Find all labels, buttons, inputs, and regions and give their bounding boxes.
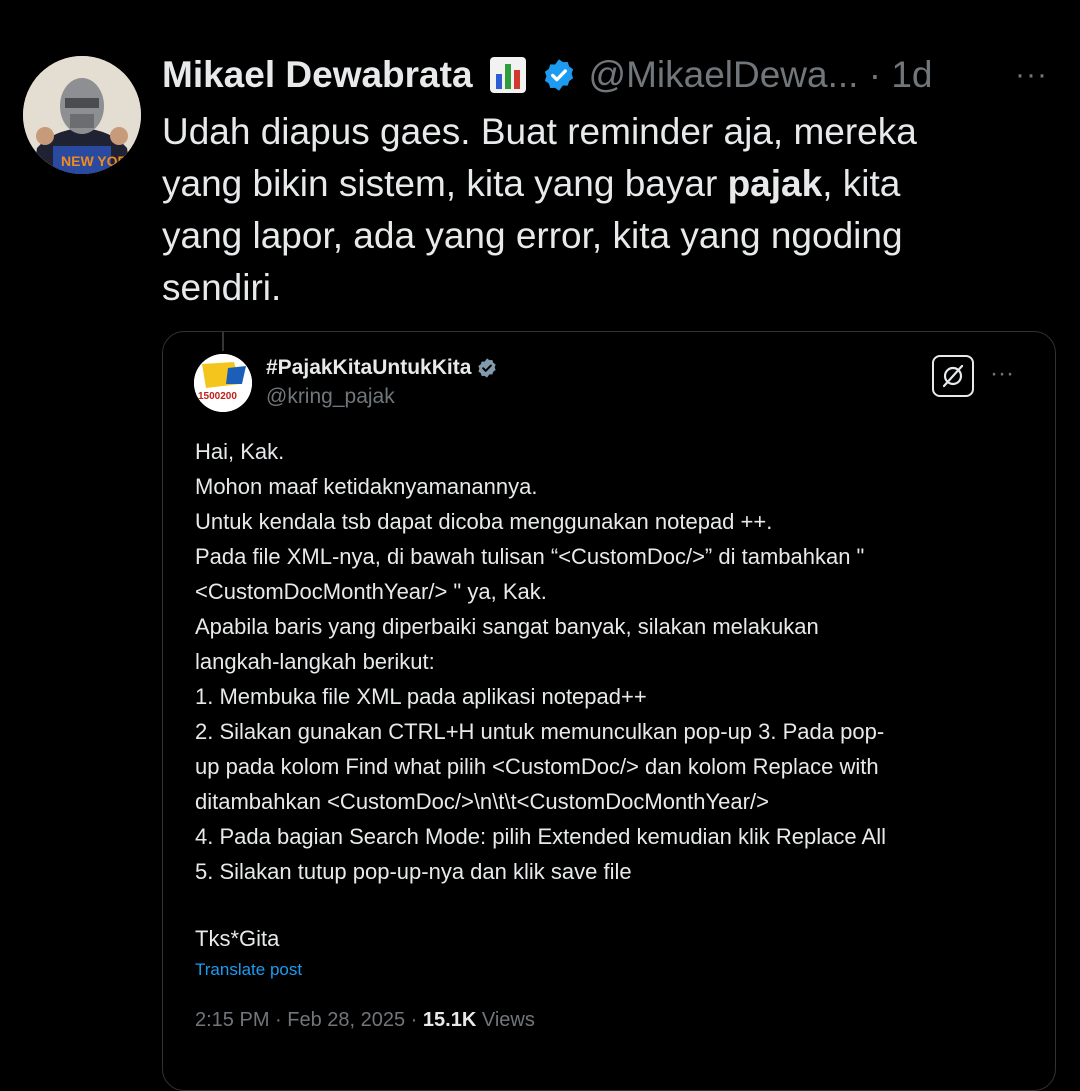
quoted-post-meta: 2:15 PM · Feb 28, 2025 · 15.1K Views [195,1009,535,1032]
svg-text:NEW YORK: NEW YORK [61,153,138,169]
author-handle[interactable]: @MikaelDewa... · 1d [589,54,933,96]
post-time[interactable]: 1d [891,54,932,95]
quoted-author-name-row: #PajakKitaUntukKita [266,356,498,380]
grok-icon[interactable] [932,355,974,397]
quoted-verified-badge-icon [476,357,498,379]
quoted-line: 5. Silakan tutup pop-up-nya dan klik sav… [195,859,632,884]
views-count: 15.1K [422,1009,477,1031]
quoted-author-name[interactable]: #PajakKitaUntukKita [266,356,471,380]
verified-badge-icon [541,57,577,93]
more-icon[interactable]: ··· [1015,58,1048,92]
quoted-avatar-label: 1500200 [198,391,237,402]
author-avatar[interactable]: NEW YORK [23,56,141,174]
quoted-line: Untuk kendala tsb dapat dicoba menggunak… [195,509,773,534]
quoted-line: Pada file XML-nya, di bawah tulisan “<Cu… [195,544,865,569]
views-label: Views [476,1009,535,1031]
post-header: Mikael Dewabrata @MikaelDewa... · 1d [162,52,1062,98]
quoted-line: langkah-langkah berikut: [195,649,435,674]
translate-post-link[interactable]: Translate post [195,960,302,980]
quoted-line: 4. Pada bagian Search Mode: pilih Extend… [195,824,886,849]
quoted-line: 2. Silakan gunakan CTRL+H untuk memuncul… [195,719,885,744]
quoted-line: up pada kolom Find what pilih <CustomDoc… [195,754,879,779]
quoted-line: Mohon maaf ketidaknyamanannya. [195,474,538,499]
quoted-line: ditambahkan <CustomDoc/>\n\t\t<CustomDoc… [195,789,769,814]
quoted-line: Hai, Kak. [195,439,285,464]
quoted-signature: Tks*Gita [195,926,280,951]
quoted-more-icon[interactable]: ··· [990,360,1014,388]
quoted-timestamp[interactable]: 2:15 PM · Feb 28, 2025 · [195,1009,423,1031]
thread-connector [222,331,224,351]
quoted-author-avatar[interactable]: 1500200 [194,354,252,412]
chart-emoji-icon [489,56,527,94]
author-name[interactable]: Mikael Dewabrata [162,54,473,96]
quoted-line: 1. Membuka file XML pada aplikasi notepa… [195,684,647,709]
quoted-post-text: Hai, Kak. Mohon maaf ketidaknyamanannya.… [195,434,1025,889]
quoted-line: <CustomDocMonthYear/> " ya, Kak. [195,579,547,604]
quoted-author-handle[interactable]: @kring_pajak [266,385,395,409]
post-text: Udah diapus gaes. Buat reminder aja, mer… [162,111,917,308]
post-text-bold: pajak [727,163,823,204]
quoted-line: Apabila baris yang diperbaiki sangat ban… [195,614,819,639]
